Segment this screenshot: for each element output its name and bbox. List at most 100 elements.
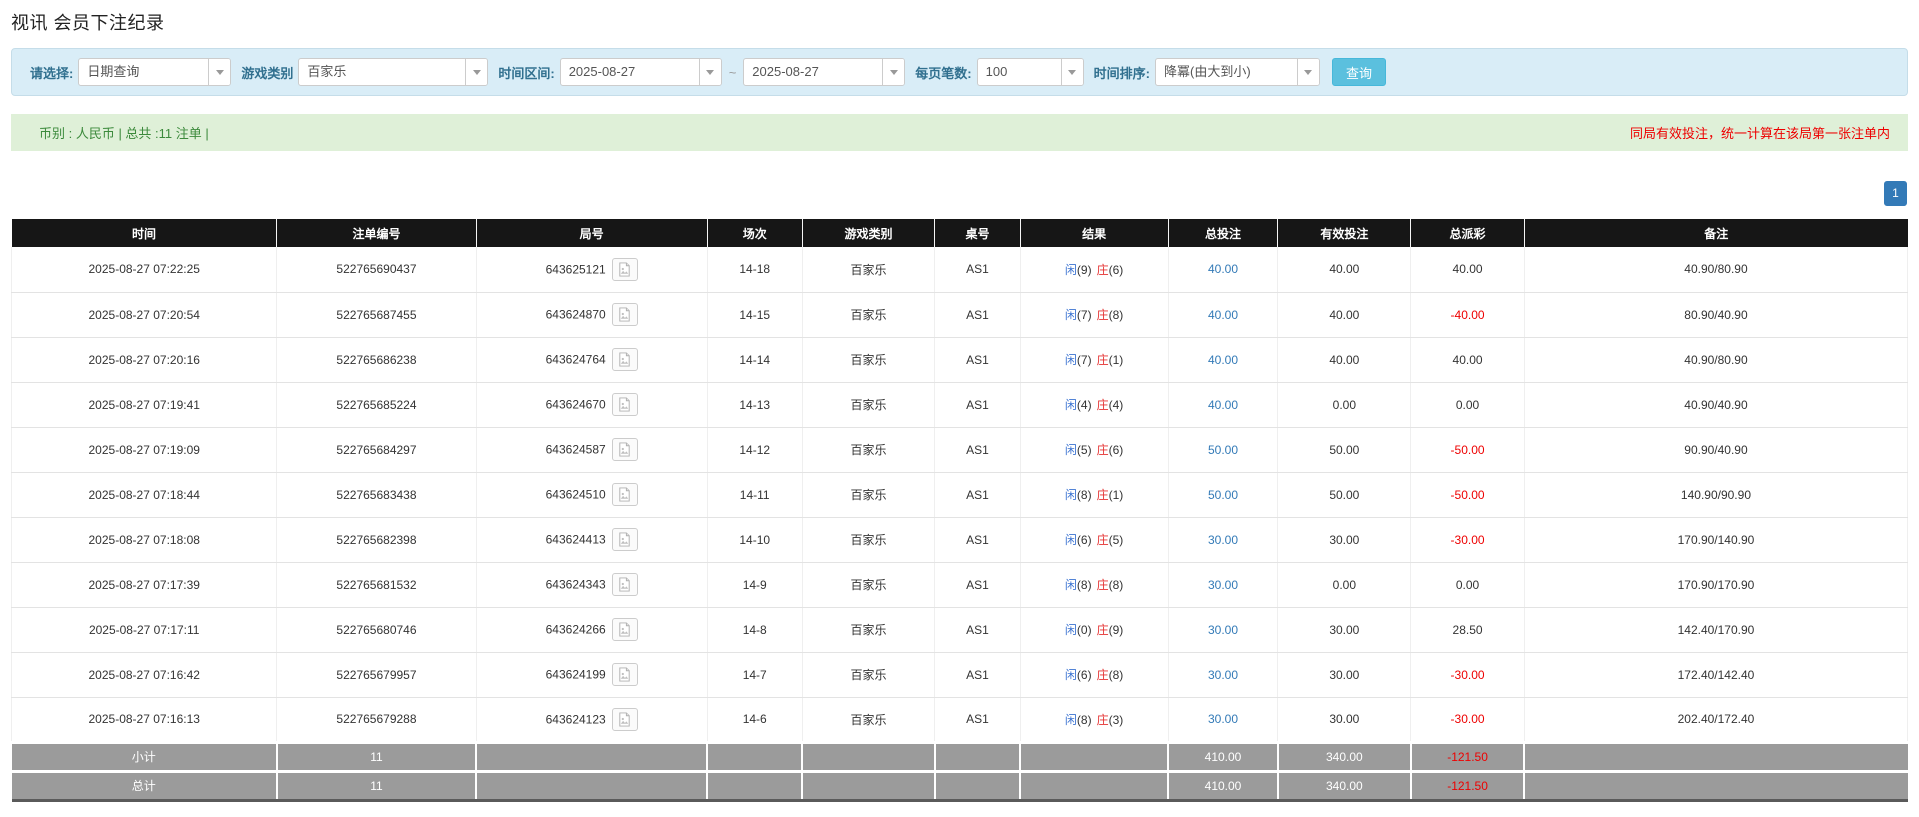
result-player-label: 闲 bbox=[1065, 488, 1077, 502]
result-player-score: (7) bbox=[1077, 353, 1092, 367]
per-page-select[interactable]: 100 bbox=[977, 58, 1084, 86]
cell-remark: 170.90/140.90 bbox=[1524, 517, 1907, 562]
date-from-select[interactable]: 2025-08-27 bbox=[560, 58, 722, 86]
result-player-score: (8) bbox=[1077, 578, 1092, 592]
cell-game-type: 百家乐 bbox=[802, 562, 935, 607]
result-banker-label: 庄 bbox=[1097, 623, 1109, 637]
time-sort-label: 时间排序: bbox=[1094, 63, 1150, 82]
cell-payout: 0.00 bbox=[1411, 562, 1525, 607]
total-bet-link[interactable]: 40.00 bbox=[1208, 398, 1238, 412]
round-number: 643624343 bbox=[546, 578, 606, 592]
table-row: 2025-08-27 07:18:08522765682398643624413… bbox=[12, 517, 1908, 562]
chevron-down-icon[interactable] bbox=[465, 59, 487, 85]
round-number: 643624266 bbox=[546, 623, 606, 637]
total-bet-link[interactable]: 30.00 bbox=[1208, 623, 1238, 637]
round-image-button[interactable] bbox=[612, 663, 638, 686]
result-player-label: 闲 bbox=[1065, 353, 1077, 367]
subtotal-row: 小计11410.00340.00-121.50 bbox=[12, 742, 1908, 771]
search-button[interactable]: 查询 bbox=[1332, 58, 1386, 86]
column-header: 备注 bbox=[1524, 219, 1907, 247]
image-file-icon bbox=[617, 442, 632, 457]
column-header: 总派彩 bbox=[1411, 219, 1525, 247]
total-bet-link[interactable]: 40.00 bbox=[1208, 308, 1238, 322]
cell-table-no: AS1 bbox=[935, 337, 1020, 382]
round-image-button[interactable] bbox=[612, 258, 638, 281]
round-image-button[interactable] bbox=[612, 618, 638, 641]
cell-session: 14-7 bbox=[707, 652, 802, 697]
table-row: 2025-08-27 07:19:09522765684297643624587… bbox=[12, 427, 1908, 472]
chevron-down-icon[interactable] bbox=[882, 59, 904, 85]
column-header: 场次 bbox=[707, 219, 802, 247]
chevron-down-icon[interactable] bbox=[1061, 59, 1083, 85]
page-button-1[interactable]: 1 bbox=[1884, 181, 1907, 206]
query-type-select[interactable]: 日期查询 bbox=[78, 58, 231, 86]
cell-result: 闲(7)庄(8) bbox=[1020, 292, 1168, 337]
round-image-button[interactable] bbox=[612, 573, 638, 596]
total-bet-link[interactable]: 30.00 bbox=[1208, 578, 1238, 592]
cell-result: 闲(0)庄(9) bbox=[1020, 607, 1168, 652]
cell-table-no: AS1 bbox=[935, 382, 1020, 427]
total-bet-link[interactable]: 50.00 bbox=[1208, 443, 1238, 457]
footer-empty-cell bbox=[476, 742, 707, 771]
total-bet-link[interactable]: 30.00 bbox=[1208, 712, 1238, 726]
date-to-select[interactable]: 2025-08-27 bbox=[743, 58, 905, 86]
cell-payout: 28.50 bbox=[1411, 607, 1525, 652]
time-sort-select[interactable]: 降冪(由大到小) bbox=[1155, 58, 1320, 86]
cell-time: 2025-08-27 07:16:42 bbox=[12, 652, 277, 697]
cell-payout: -30.00 bbox=[1411, 517, 1525, 562]
table-row: 2025-08-27 07:16:13522765679288643624123… bbox=[12, 697, 1908, 742]
cell-game-type: 百家乐 bbox=[802, 382, 935, 427]
round-image-button[interactable] bbox=[612, 483, 638, 506]
chevron-down-icon[interactable] bbox=[1297, 59, 1319, 85]
column-header: 总投注 bbox=[1168, 219, 1278, 247]
time-range-label: 时间区间: bbox=[498, 63, 554, 82]
result-banker-label: 庄 bbox=[1097, 263, 1109, 277]
round-number: 643624510 bbox=[546, 488, 606, 502]
cell-round: 643624870 bbox=[476, 292, 707, 337]
total-bet-link[interactable]: 40.00 bbox=[1208, 262, 1238, 276]
cell-remark: 40.90/80.90 bbox=[1524, 247, 1907, 292]
result-player-score: (8) bbox=[1077, 488, 1092, 502]
cell-table-no: AS1 bbox=[935, 427, 1020, 472]
chevron-down-icon[interactable] bbox=[208, 59, 230, 85]
result-player-score: (6) bbox=[1077, 533, 1092, 547]
image-file-icon bbox=[617, 577, 632, 592]
cell-remark: 80.90/40.90 bbox=[1524, 292, 1907, 337]
image-file-icon bbox=[617, 352, 632, 367]
result-banker-score: (9) bbox=[1109, 623, 1124, 637]
cell-payout: 40.00 bbox=[1411, 247, 1525, 292]
result-player-label: 闲 bbox=[1065, 578, 1077, 592]
cell-time: 2025-08-27 07:20:54 bbox=[12, 292, 277, 337]
cell-valid-bet: 30.00 bbox=[1278, 517, 1411, 562]
game-type-select[interactable]: 百家乐 bbox=[298, 58, 488, 86]
round-image-button[interactable] bbox=[612, 438, 638, 461]
cell-table-no: AS1 bbox=[935, 247, 1020, 292]
total-bet-link[interactable]: 30.00 bbox=[1208, 533, 1238, 547]
result-player-score: (9) bbox=[1077, 263, 1092, 277]
round-image-button[interactable] bbox=[612, 348, 638, 371]
result-player-label: 闲 bbox=[1065, 623, 1077, 637]
round-image-button[interactable] bbox=[612, 528, 638, 551]
total-bet-link[interactable]: 40.00 bbox=[1208, 353, 1238, 367]
round-image-button[interactable] bbox=[612, 393, 638, 416]
range-separator: ~ bbox=[729, 65, 737, 80]
cell-game-type: 百家乐 bbox=[802, 607, 935, 652]
cell-remark: 40.90/80.90 bbox=[1524, 337, 1907, 382]
total-bet-link[interactable]: 50.00 bbox=[1208, 488, 1238, 502]
round-image-button[interactable] bbox=[612, 708, 638, 731]
result-player-score: (7) bbox=[1077, 308, 1092, 322]
column-header: 局号 bbox=[476, 219, 707, 247]
round-number: 643624587 bbox=[546, 443, 606, 457]
cell-bet-id: 522765690437 bbox=[277, 247, 476, 292]
round-number: 643624199 bbox=[546, 668, 606, 682]
round-image-button[interactable] bbox=[612, 303, 638, 326]
result-banker-label: 庄 bbox=[1097, 488, 1109, 502]
total-bet-link[interactable]: 30.00 bbox=[1208, 668, 1238, 682]
grand-total-row: 总计11410.00340.00-121.50 bbox=[12, 771, 1908, 800]
cell-payout: -40.00 bbox=[1411, 292, 1525, 337]
chevron-down-icon[interactable] bbox=[699, 59, 721, 85]
cell-time: 2025-08-27 07:17:39 bbox=[12, 562, 277, 607]
cell-round: 643625121 bbox=[476, 247, 707, 292]
cell-bet-id: 522765682398 bbox=[277, 517, 476, 562]
footer-empty-cell bbox=[1524, 742, 1907, 771]
